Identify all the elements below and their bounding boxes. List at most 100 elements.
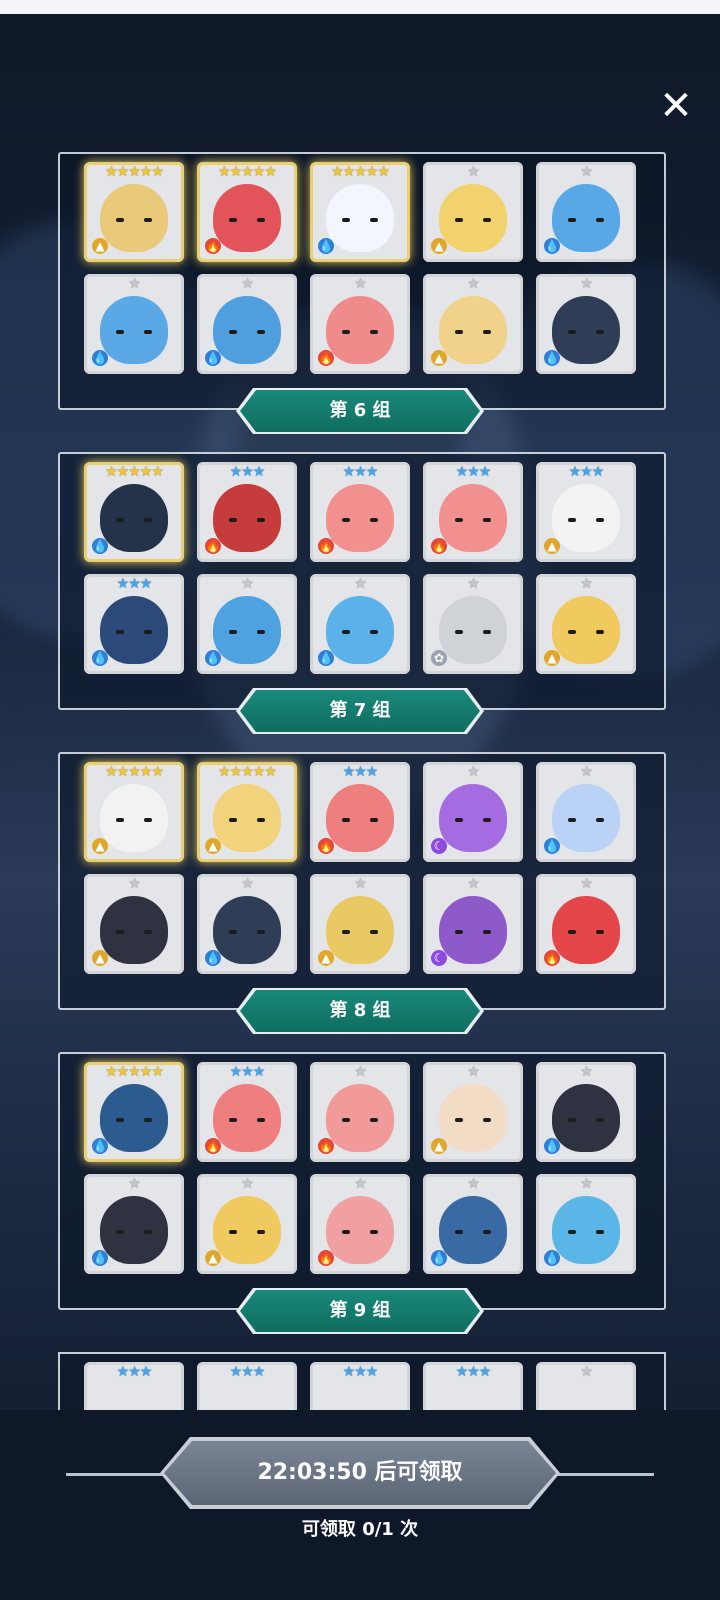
hero-card[interactable]: ★ ▲ xyxy=(310,874,410,974)
hero-card[interactable]: ★ 💧 xyxy=(84,274,184,374)
hero-card[interactable]: ★ 🔥 xyxy=(310,1174,410,1274)
hero-card[interactable]: ★ ▲ xyxy=(536,574,636,674)
earth-element-icon: ▲ xyxy=(431,238,447,254)
water-element-icon: 💧 xyxy=(544,1138,560,1154)
hero-card[interactable]: ★★★ 💧 xyxy=(84,574,184,674)
hero-card[interactable]: ★ ▲ xyxy=(423,162,523,262)
hero-card[interactable]: ★ ▲ xyxy=(84,874,184,974)
group-banner: 第 6 组 xyxy=(0,388,720,438)
hero-eyes xyxy=(227,1118,267,1126)
group-banner: 第 9 组 xyxy=(0,1288,720,1338)
hero-eyes xyxy=(227,1230,267,1238)
hero-card[interactable]: ★ 🔥 xyxy=(310,274,410,374)
star-rating: ★ xyxy=(467,164,480,180)
hero-card[interactable]: ★★★★★ 💧 xyxy=(84,462,184,562)
water-element-icon: 💧 xyxy=(431,1250,447,1266)
star-rating: ★★★★★ xyxy=(331,164,390,180)
hero-card[interactable]: ★ ✿ xyxy=(423,574,523,674)
fire-element-icon: 🔥 xyxy=(318,1250,334,1266)
star-rating: ★★★ xyxy=(342,1364,379,1380)
water-element-icon: 💧 xyxy=(92,538,108,554)
hero-card[interactable]: ★ ▲ xyxy=(197,1174,297,1274)
hero-card[interactable]: ★ ☾ xyxy=(423,762,523,862)
water-element-icon: 💧 xyxy=(318,650,334,666)
star-rating: ★ xyxy=(580,1176,593,1192)
hero-card[interactable]: ★★★ 🔥 xyxy=(423,462,523,562)
hero-eyes xyxy=(566,1230,606,1238)
water-element-icon: 💧 xyxy=(544,1250,560,1266)
hero-card[interactable]: ★★★★★ 💧 xyxy=(310,162,410,262)
hero-eyes xyxy=(114,518,154,526)
star-rating: ★★★ xyxy=(229,1064,266,1080)
star-rating: ★★★ xyxy=(455,1364,492,1380)
star-rating: ★ xyxy=(354,876,367,892)
hero-grid: ★★★★★ 💧 ★★★ 🔥 ★ 🔥 ★ ▲ ★ 💧 ★ 💧 ★ ▲ ★ 🔥 ★ 💧 ★ 💧 xyxy=(84,1062,644,1274)
close-icon[interactable]: ✕ xyxy=(652,82,700,130)
hero-card[interactable]: ★ xyxy=(536,1362,636,1410)
hero-card[interactable]: ★ 💧 xyxy=(197,274,297,374)
hero-card[interactable]: ★ 💧 xyxy=(84,1174,184,1274)
star-rating: ★ xyxy=(467,1176,480,1192)
hero-card[interactable]: ★★★ xyxy=(84,1362,184,1410)
light-element-icon: ✿ xyxy=(431,650,447,666)
hero-card[interactable]: ★ 💧 xyxy=(310,574,410,674)
star-rating: ★★★★★ xyxy=(105,164,164,180)
water-element-icon: 💧 xyxy=(205,950,221,966)
hero-card[interactable]: ★★★★★ 💧 xyxy=(84,1062,184,1162)
hero-card[interactable]: ★ 💧 xyxy=(536,274,636,374)
star-rating: ★★★★★ xyxy=(218,764,277,780)
divider-left xyxy=(66,1473,174,1476)
hero-card[interactable]: ★ 💧 xyxy=(197,874,297,974)
hero-card[interactable]: ★ 💧 xyxy=(536,1062,636,1162)
hero-eyes xyxy=(114,930,154,938)
status-bar xyxy=(0,0,720,14)
hero-card[interactable]: ★★★★★ ▲ xyxy=(84,162,184,262)
hero-eyes xyxy=(566,518,606,526)
star-rating: ★ xyxy=(467,1064,480,1080)
hero-grid: ★★★★★ 💧 ★★★ 🔥 ★★★ 🔥 ★★★ 🔥 ★★★ ▲ ★★★ 💧 ★ 💧 ★ 💧 ★ ✿ ★ ▲ xyxy=(84,462,644,674)
earth-element-icon: ▲ xyxy=(431,350,447,366)
star-rating: ★★★ xyxy=(342,764,379,780)
hero-eyes xyxy=(340,330,380,338)
star-rating: ★★★★★ xyxy=(218,164,277,180)
hero-card[interactable]: ★ ☾ xyxy=(423,874,523,974)
hero-card[interactable]: ★★★ ▲ xyxy=(536,462,636,562)
hero-card[interactable]: ★ 💧 xyxy=(536,1174,636,1274)
earth-element-icon: ▲ xyxy=(205,838,221,854)
hero-card[interactable]: ★★★ xyxy=(197,1362,297,1410)
hero-card[interactable]: ★★★ 🔥 xyxy=(197,462,297,562)
hero-card[interactable]: ★★★ xyxy=(310,1362,410,1410)
hero-card[interactable]: ★★★ 🔥 xyxy=(310,762,410,862)
hero-card[interactable]: ★★★ xyxy=(423,1362,523,1410)
star-rating: ★ xyxy=(354,576,367,592)
fire-element-icon: 🔥 xyxy=(544,950,560,966)
hero-eyes xyxy=(340,930,380,938)
star-rating: ★ xyxy=(580,164,593,180)
fire-element-icon: 🔥 xyxy=(318,538,334,554)
star-rating: ★ xyxy=(241,276,254,292)
fire-element-icon: 🔥 xyxy=(318,838,334,854)
hero-card[interactable]: ★★★★★ ▲ xyxy=(84,762,184,862)
hero-card[interactable]: ★ 🔥 xyxy=(536,874,636,974)
hero-eyes xyxy=(340,630,380,638)
star-rating: ★ xyxy=(580,876,593,892)
hero-card[interactable]: ★ ▲ xyxy=(423,274,523,374)
hero-eyes xyxy=(114,1118,154,1126)
hero-card[interactable]: ★★★★★ ▲ xyxy=(197,762,297,862)
groups-scroll-area[interactable]: ★★★★★ ▲ ★★★★★ 🔥 ★★★★★ 💧 ★ ▲ ★ 💧 ★ 💧 ★ 💧 ★ 🔥 ★ ▲ ★ 💧 第 6 组 ★… xyxy=(0,152,720,1410)
star-rating: ★★★★★ xyxy=(105,1064,164,1080)
hero-card[interactable]: ★ ▲ xyxy=(423,1062,523,1162)
hero-card[interactable]: ★ 💧 xyxy=(536,162,636,262)
hero-card[interactable]: ★★★ 🔥 xyxy=(310,462,410,562)
dark-element-icon: ☾ xyxy=(431,950,447,966)
hero-card[interactable]: ★★★ 🔥 xyxy=(197,1062,297,1162)
hero-card[interactable]: ★ 🔥 xyxy=(310,1062,410,1162)
hero-card[interactable]: ★ 💧 xyxy=(197,574,297,674)
hero-card[interactable]: ★ 💧 xyxy=(423,1174,523,1274)
star-rating: ★ xyxy=(241,876,254,892)
hero-card[interactable]: ★ 💧 xyxy=(536,762,636,862)
water-element-icon: 💧 xyxy=(544,350,560,366)
hero-card[interactable]: ★★★★★ 🔥 xyxy=(197,162,297,262)
group-6: ★★★★★ ▲ ★★★★★ 🔥 ★★★★★ 💧 ★ ▲ ★ 💧 ★ 💧 ★ 💧 ★ 🔥 ★ ▲ ★ 💧 第 6 组 xyxy=(0,152,720,458)
fire-element-icon: 🔥 xyxy=(205,538,221,554)
